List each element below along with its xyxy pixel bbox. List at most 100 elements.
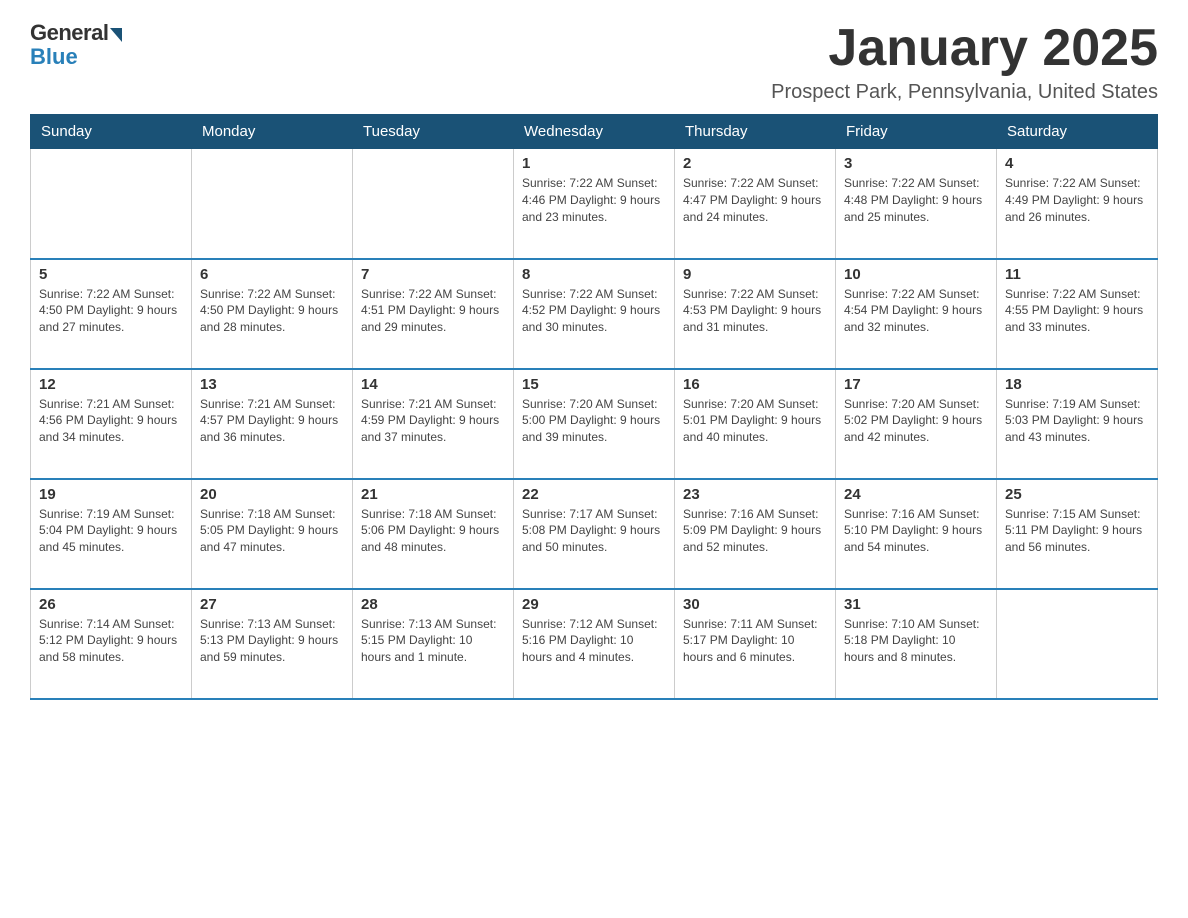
day-number: 31 xyxy=(844,596,988,613)
day-number: 22 xyxy=(522,486,666,503)
day-number: 18 xyxy=(1005,376,1149,393)
calendar-week-row: 26 Sunrise: 7:14 AM Sunset: 5:12 PM Dayli… xyxy=(31,589,1158,699)
day-info: Sunrise: 7:22 AM Sunset: 4:47 PM Dayligh… xyxy=(683,175,827,225)
title-block: January 2025 Prospect Park, Pennsylvania… xyxy=(771,20,1158,104)
calendar-day-cell: 1 Sunrise: 7:22 AM Sunset: 4:46 PM Daylig… xyxy=(514,149,675,259)
calendar-day-cell xyxy=(997,589,1158,699)
calendar-week-row: 12 Sunrise: 7:21 AM Sunset: 4:56 PM Dayli… xyxy=(31,369,1158,479)
calendar-header-cell: Monday xyxy=(192,115,353,149)
day-info: Sunrise: 7:16 AM Sunset: 5:10 PM Dayligh… xyxy=(844,506,988,556)
day-info: Sunrise: 7:11 AM Sunset: 5:17 PM Dayligh… xyxy=(683,616,827,666)
day-info: Sunrise: 7:22 AM Sunset: 4:50 PM Dayligh… xyxy=(39,286,183,336)
calendar-day-cell: 24 Sunrise: 7:16 AM Sunset: 5:10 PM Dayli… xyxy=(836,479,997,589)
day-number: 27 xyxy=(200,596,344,613)
day-number: 7 xyxy=(361,266,505,283)
day-info: Sunrise: 7:13 AM Sunset: 5:13 PM Dayligh… xyxy=(200,616,344,666)
calendar-day-cell: 23 Sunrise: 7:16 AM Sunset: 5:09 PM Dayli… xyxy=(675,479,836,589)
day-info: Sunrise: 7:22 AM Sunset: 4:48 PM Dayligh… xyxy=(844,175,988,225)
calendar-day-cell: 26 Sunrise: 7:14 AM Sunset: 5:12 PM Dayli… xyxy=(31,589,192,699)
day-info: Sunrise: 7:22 AM Sunset: 4:51 PM Dayligh… xyxy=(361,286,505,336)
day-number: 2 xyxy=(683,155,827,172)
day-number: 23 xyxy=(683,486,827,503)
day-number: 5 xyxy=(39,266,183,283)
calendar-day-cell: 17Sunrise: 7:20 AM Sunset: 5:02 PM Dayli… xyxy=(836,369,997,479)
calendar-header-cell: Sunday xyxy=(31,115,192,149)
calendar-day-cell: 10 Sunrise: 7:22 AM Sunset: 4:54 PM Dayli… xyxy=(836,259,997,369)
day-number: 8 xyxy=(522,266,666,283)
location-title: Prospect Park, Pennsylvania, United Stat… xyxy=(771,81,1158,104)
calendar-day-cell: 2 Sunrise: 7:22 AM Sunset: 4:47 PM Daylig… xyxy=(675,149,836,259)
calendar-day-cell: 4 Sunrise: 7:22 AM Sunset: 4:49 PM Daylig… xyxy=(997,149,1158,259)
calendar-day-cell: 6Sunrise: 7:22 AM Sunset: 4:50 PM Daylig… xyxy=(192,259,353,369)
day-number: 19 xyxy=(39,486,183,503)
calendar-day-cell: 12 Sunrise: 7:21 AM Sunset: 4:56 PM Dayli… xyxy=(31,369,192,479)
day-info: Sunrise: 7:19 AM Sunset: 5:04 PM Dayligh… xyxy=(39,506,183,556)
calendar-week-row: 1 Sunrise: 7:22 AM Sunset: 4:46 PM Daylig… xyxy=(31,149,1158,259)
calendar-header-cell: Saturday xyxy=(997,115,1158,149)
calendar-day-cell: 14 Sunrise: 7:21 AM Sunset: 4:59 PM Dayli… xyxy=(353,369,514,479)
calendar-day-cell xyxy=(353,149,514,259)
calendar-day-cell: 21Sunrise: 7:18 AM Sunset: 5:06 PM Dayli… xyxy=(353,479,514,589)
day-number: 3 xyxy=(844,155,988,172)
calendar-day-cell: 13 Sunrise: 7:21 AM Sunset: 4:57 PM Dayli… xyxy=(192,369,353,479)
calendar-header-cell: Friday xyxy=(836,115,997,149)
day-info: Sunrise: 7:20 AM Sunset: 5:00 PM Dayligh… xyxy=(522,396,666,446)
day-info: Sunrise: 7:20 AM Sunset: 5:02 PM Dayligh… xyxy=(844,396,988,446)
day-info: Sunrise: 7:21 AM Sunset: 4:56 PM Dayligh… xyxy=(39,396,183,446)
day-info: Sunrise: 7:18 AM Sunset: 5:05 PM Dayligh… xyxy=(200,506,344,556)
day-number: 11 xyxy=(1005,266,1149,283)
day-info: Sunrise: 7:18 AM Sunset: 5:06 PM Dayligh… xyxy=(361,506,505,556)
day-number: 4 xyxy=(1005,155,1149,172)
day-number: 16 xyxy=(683,376,827,393)
day-info: Sunrise: 7:22 AM Sunset: 4:52 PM Dayligh… xyxy=(522,286,666,336)
day-info: Sunrise: 7:22 AM Sunset: 4:54 PM Dayligh… xyxy=(844,286,988,336)
day-info: Sunrise: 7:19 AM Sunset: 5:03 PM Dayligh… xyxy=(1005,396,1149,446)
day-info: Sunrise: 7:21 AM Sunset: 4:59 PM Dayligh… xyxy=(361,396,505,446)
day-info: Sunrise: 7:22 AM Sunset: 4:55 PM Dayligh… xyxy=(1005,286,1149,336)
day-info: Sunrise: 7:20 AM Sunset: 5:01 PM Dayligh… xyxy=(683,396,827,446)
calendar-table: SundayMondayTuesdayWednesdayThursdayFrid… xyxy=(30,114,1158,700)
day-number: 15 xyxy=(522,376,666,393)
calendar-day-cell: 5 Sunrise: 7:22 AM Sunset: 4:50 PM Daylig… xyxy=(31,259,192,369)
calendar-day-cell: 20Sunrise: 7:18 AM Sunset: 5:05 PM Dayli… xyxy=(192,479,353,589)
day-number: 13 xyxy=(200,376,344,393)
calendar-week-row: 19 Sunrise: 7:19 AM Sunset: 5:04 PM Dayli… xyxy=(31,479,1158,589)
day-number: 29 xyxy=(522,596,666,613)
day-number: 9 xyxy=(683,266,827,283)
day-info: Sunrise: 7:13 AM Sunset: 5:15 PM Dayligh… xyxy=(361,616,505,666)
calendar-header-row: SundayMondayTuesdayWednesdayThursdayFrid… xyxy=(31,115,1158,149)
day-info: Sunrise: 7:22 AM Sunset: 4:49 PM Dayligh… xyxy=(1005,175,1149,225)
day-number: 28 xyxy=(361,596,505,613)
day-number: 14 xyxy=(361,376,505,393)
calendar-header: SundayMondayTuesdayWednesdayThursdayFrid… xyxy=(31,115,1158,149)
day-info: Sunrise: 7:22 AM Sunset: 4:46 PM Dayligh… xyxy=(522,175,666,225)
calendar-day-cell: 22Sunrise: 7:17 AM Sunset: 5:08 PM Dayli… xyxy=(514,479,675,589)
day-info: Sunrise: 7:15 AM Sunset: 5:11 PM Dayligh… xyxy=(1005,506,1149,556)
day-info: Sunrise: 7:22 AM Sunset: 4:50 PM Dayligh… xyxy=(200,286,344,336)
day-info: Sunrise: 7:12 AM Sunset: 5:16 PM Dayligh… xyxy=(522,616,666,666)
day-info: Sunrise: 7:21 AM Sunset: 4:57 PM Dayligh… xyxy=(200,396,344,446)
calendar-day-cell: 29 Sunrise: 7:12 AM Sunset: 5:16 PM Dayli… xyxy=(514,589,675,699)
day-number: 12 xyxy=(39,376,183,393)
day-number: 1 xyxy=(522,155,666,172)
calendar-day-cell: 9 Sunrise: 7:22 AM Sunset: 4:53 PM Daylig… xyxy=(675,259,836,369)
day-info: Sunrise: 7:22 AM Sunset: 4:53 PM Dayligh… xyxy=(683,286,827,336)
page-header: General Blue January 2025 Prospect Park,… xyxy=(30,20,1158,104)
calendar-day-cell: 31 Sunrise: 7:10 AM Sunset: 5:18 PM Dayli… xyxy=(836,589,997,699)
logo: General Blue xyxy=(30,20,122,70)
month-title: January 2025 xyxy=(771,20,1158,77)
calendar-day-cell: 19 Sunrise: 7:19 AM Sunset: 5:04 PM Dayli… xyxy=(31,479,192,589)
day-number: 24 xyxy=(844,486,988,503)
calendar-header-cell: Tuesday xyxy=(353,115,514,149)
calendar-header-cell: Thursday xyxy=(675,115,836,149)
day-info: Sunrise: 7:10 AM Sunset: 5:18 PM Dayligh… xyxy=(844,616,988,666)
day-number: 26 xyxy=(39,596,183,613)
logo-general-text: General xyxy=(30,20,108,46)
calendar-day-cell: 8 Sunrise: 7:22 AM Sunset: 4:52 PM Daylig… xyxy=(514,259,675,369)
day-info: Sunrise: 7:14 AM Sunset: 5:12 PM Dayligh… xyxy=(39,616,183,666)
day-number: 10 xyxy=(844,266,988,283)
day-info: Sunrise: 7:16 AM Sunset: 5:09 PM Dayligh… xyxy=(683,506,827,556)
calendar-day-cell xyxy=(31,149,192,259)
calendar-day-cell: 7 Sunrise: 7:22 AM Sunset: 4:51 PM Daylig… xyxy=(353,259,514,369)
calendar-day-cell xyxy=(192,149,353,259)
